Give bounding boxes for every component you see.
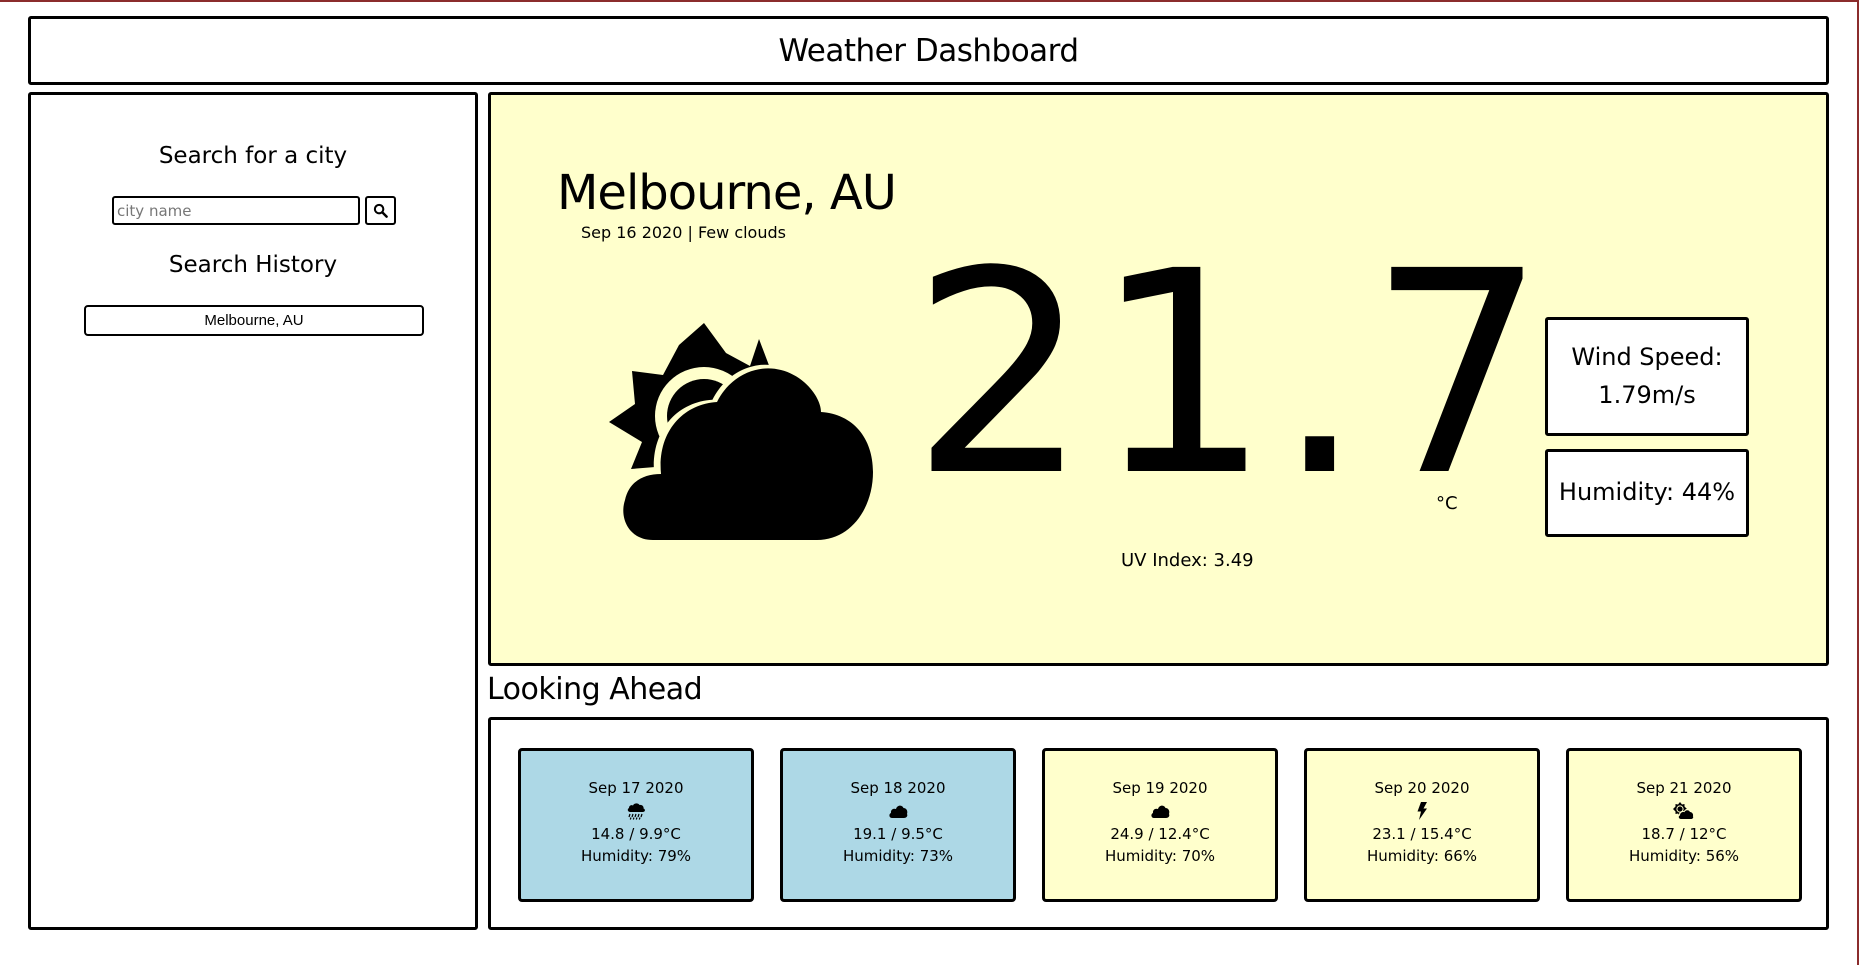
forecast-date: Sep 18 2020 bbox=[850, 779, 946, 797]
cloud-icon bbox=[888, 801, 908, 821]
forecast-humidity: Humidity: 66% bbox=[1366, 847, 1478, 865]
forecast-temperature: 23.1 / 15.4°C bbox=[1372, 825, 1472, 843]
window-top-edge bbox=[0, 0, 1859, 2]
forecast-humidity: Humidity: 70% bbox=[1104, 847, 1216, 865]
forecast-temperature: 19.1 / 9.5°C bbox=[853, 825, 943, 843]
history-item[interactable]: Melbourne, AU bbox=[84, 305, 424, 336]
wind-speed-box: Wind Speed: 1.79m/s bbox=[1545, 317, 1749, 436]
search-history-heading: Search History bbox=[168, 252, 338, 278]
forecast-humidity: Humidity: 56% bbox=[1628, 847, 1740, 865]
forecast-date: Sep 21 2020 bbox=[1636, 779, 1732, 797]
search-icon bbox=[373, 203, 388, 218]
page-title: Weather Dashboard bbox=[778, 32, 1079, 69]
forecast-humidity: Humidity: 79% bbox=[580, 847, 692, 865]
uv-index: UV Index: 3.49 bbox=[1121, 550, 1254, 571]
sun-behind-cloud-icon bbox=[581, 308, 881, 552]
current-weather-panel: Melbourne, AU Sep 16 2020 | Few clouds 2… bbox=[488, 92, 1829, 666]
date-description: Sep 16 2020 | Few clouds bbox=[581, 223, 786, 242]
humidity-value: Humidity: 44% bbox=[1558, 478, 1736, 507]
forecast-card: Sep 20 2020 23.1 / 15.4°C Humidity: 66% bbox=[1304, 748, 1540, 902]
search-heading: Search for a city bbox=[158, 143, 348, 169]
forecast-date: Sep 20 2020 bbox=[1374, 779, 1470, 797]
search-button[interactable] bbox=[365, 196, 396, 225]
temperature-unit: °C bbox=[1436, 493, 1458, 514]
forecast-card: Sep 17 2020 14.8 / 9.9°C Humidity: 79% bbox=[518, 748, 754, 902]
forecast-panel: Sep 17 2020 14.8 / 9.9°C Humidity: 79% S… bbox=[488, 717, 1829, 930]
looking-ahead-heading: Looking Ahead bbox=[487, 672, 703, 707]
app-header: Weather Dashboard bbox=[28, 16, 1829, 85]
city-name: Melbourne, AU bbox=[557, 165, 897, 221]
sidebar: Search for a city Search History Melbour… bbox=[28, 92, 478, 930]
humidity-box: Humidity: 44% bbox=[1545, 449, 1749, 537]
current-temperature: 21.7 bbox=[911, 212, 1551, 538]
lightning-icon bbox=[1416, 801, 1428, 821]
wind-speed-value: 1.79m/s bbox=[1598, 380, 1696, 409]
rain-cloud-icon bbox=[626, 801, 646, 821]
wind-speed-label: Wind Speed: bbox=[1571, 343, 1723, 372]
forecast-temperature: 24.9 / 12.4°C bbox=[1110, 825, 1210, 843]
forecast-card: Sep 19 2020 24.9 / 12.4°C Humidity: 70% bbox=[1042, 748, 1278, 902]
forecast-card: Sep 21 2020 18.7 / 12°C Humidity: 56% bbox=[1566, 748, 1802, 902]
city-search-input[interactable] bbox=[112, 196, 360, 225]
forecast-humidity: Humidity: 73% bbox=[842, 847, 954, 865]
cloud-icon bbox=[1150, 801, 1170, 821]
forecast-card: Sep 18 2020 19.1 / 9.5°C Humidity: 73% bbox=[780, 748, 1016, 902]
forecast-temperature: 14.8 / 9.9°C bbox=[591, 825, 681, 843]
sun-behind-cloud-icon bbox=[1673, 801, 1695, 821]
forecast-date: Sep 19 2020 bbox=[1112, 779, 1208, 797]
forecast-date: Sep 17 2020 bbox=[588, 779, 684, 797]
forecast-temperature: 18.7 / 12°C bbox=[1641, 825, 1727, 843]
